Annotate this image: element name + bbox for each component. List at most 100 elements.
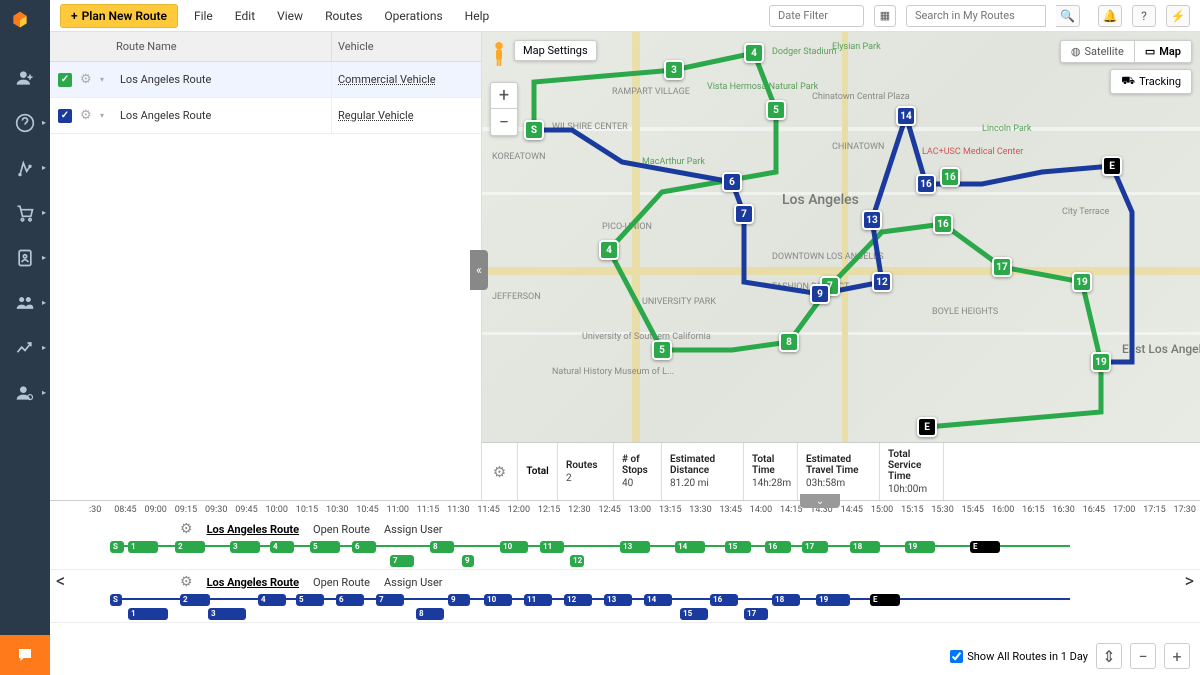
timeline-zoom-in-button[interactable]: + bbox=[1164, 643, 1190, 669]
zoom-in-button[interactable]: + bbox=[491, 83, 517, 109]
timeline-stop[interactable]: 11 bbox=[540, 541, 564, 553]
timeline-stop[interactable]: 16 bbox=[710, 594, 738, 606]
menu-view[interactable]: View bbox=[271, 9, 309, 23]
pegman-icon[interactable] bbox=[490, 40, 508, 68]
nav-help[interactable]: ▸ bbox=[0, 100, 50, 145]
timeline-stop[interactable]: 7 bbox=[376, 594, 404, 606]
map-marker[interactable]: 5 bbox=[652, 340, 672, 360]
timeline-stop[interactable]: 3 bbox=[208, 608, 246, 620]
timeline-stop[interactable]: 4 bbox=[270, 541, 294, 553]
map-marker[interactable]: 7 bbox=[734, 204, 754, 224]
nav-address-book[interactable]: ▸ bbox=[0, 235, 50, 280]
timeline-stop[interactable]: 12 bbox=[564, 594, 592, 606]
assign-user-link[interactable]: Assign User bbox=[384, 523, 443, 536]
map-marker[interactable]: 13 bbox=[862, 210, 882, 230]
chat-button[interactable] bbox=[0, 635, 50, 675]
satellite-button[interactable]: ◍Satellite bbox=[1061, 41, 1135, 62]
help-icon[interactable]: ? bbox=[1132, 5, 1156, 27]
collapse-panel-button[interactable]: « bbox=[470, 250, 488, 290]
timeline-stop[interactable]: S bbox=[110, 594, 122, 606]
route-checkbox[interactable]: ✓ bbox=[58, 109, 72, 123]
nav-analytics[interactable]: ▸ bbox=[0, 325, 50, 370]
timeline-prev-button[interactable]: < bbox=[56, 571, 65, 592]
timeline-stop[interactable]: 14 bbox=[644, 594, 672, 606]
date-filter-input[interactable] bbox=[769, 5, 864, 27]
nav-settings[interactable]: ▸ bbox=[0, 370, 50, 415]
show-all-routes-checkbox[interactable]: Show All Routes in 1 Day bbox=[950, 650, 1088, 663]
nav-orders[interactable]: ▸ bbox=[0, 190, 50, 235]
lane-gear-icon[interactable]: ⚙ bbox=[180, 574, 193, 590]
menu-edit[interactable]: Edit bbox=[229, 9, 261, 23]
timeline-stop[interactable]: 8 bbox=[430, 541, 454, 553]
timeline-stop[interactable]: 6 bbox=[336, 594, 364, 606]
nav-routes[interactable]: ▸ bbox=[0, 145, 50, 190]
plan-new-route-button[interactable]: +Plan New Route bbox=[60, 4, 178, 28]
map-marker[interactable]: 16 bbox=[940, 167, 960, 187]
timeline-zoom-out-button[interactable]: − bbox=[1130, 643, 1156, 669]
search-button[interactable]: 🔍 bbox=[1056, 5, 1080, 27]
gear-icon[interactable]: ⚙ bbox=[80, 72, 100, 87]
route-vehicle[interactable]: Regular Vehicle bbox=[331, 98, 481, 133]
timeline-stop[interactable]: 5 bbox=[310, 541, 340, 553]
map-marker[interactable]: 19 bbox=[1091, 352, 1111, 372]
map-marker[interactable]: S bbox=[524, 120, 544, 140]
timeline-stop[interactable]: 12 bbox=[570, 555, 584, 567]
calendar-icon[interactable]: ▦ bbox=[874, 5, 896, 27]
timeline-stop[interactable]: 1 bbox=[128, 541, 158, 553]
chevron-down-icon[interactable]: ▾ bbox=[100, 111, 114, 120]
summary-gear-icon[interactable]: ⚙ bbox=[482, 443, 518, 500]
map-button[interactable]: ▭Map bbox=[1135, 41, 1191, 62]
map-marker[interactable]: 4 bbox=[599, 240, 619, 260]
timeline-stop[interactable]: 17 bbox=[802, 541, 828, 553]
timeline-stop[interactable]: 5 bbox=[296, 594, 324, 606]
route-vehicle[interactable]: Commercial Vehicle bbox=[331, 62, 481, 97]
menu-operations[interactable]: Operations bbox=[378, 9, 448, 23]
map-marker[interactable]: 6 bbox=[722, 172, 742, 192]
search-input[interactable] bbox=[906, 5, 1046, 27]
menu-routes[interactable]: Routes bbox=[319, 9, 368, 23]
timeline-stop[interactable]: 7 bbox=[390, 555, 414, 567]
collapse-summary-button[interactable]: ⌄ bbox=[800, 494, 840, 508]
timeline-stop[interactable]: 19 bbox=[905, 541, 935, 553]
map-marker[interactable]: 16 bbox=[933, 214, 953, 234]
map-marker[interactable]: 12 bbox=[872, 272, 892, 292]
timeline-stop[interactable]: 2 bbox=[175, 541, 205, 553]
timeline-stop[interactable]: 14 bbox=[675, 541, 705, 553]
chevron-down-icon[interactable]: ▾ bbox=[100, 75, 114, 84]
bolt-icon[interactable]: ⚡ bbox=[1166, 5, 1190, 27]
timeline-stop[interactable]: S bbox=[110, 541, 124, 553]
gear-icon[interactable]: ⚙ bbox=[80, 108, 100, 123]
nav-add-user[interactable] bbox=[0, 55, 50, 100]
lane-gear-icon[interactable]: ⚙ bbox=[180, 521, 193, 537]
map-marker[interactable]: 8 bbox=[779, 332, 799, 352]
timeline-stop[interactable]: E bbox=[870, 594, 900, 606]
tracking-button[interactable]: ⛟Tracking bbox=[1110, 69, 1192, 94]
map-marker[interactable]: 3 bbox=[664, 60, 684, 80]
timeline-stop[interactable]: 1 bbox=[128, 608, 168, 620]
route-row[interactable]: ✓ ⚙ ▾ Los Angeles Route Regular Vehicle bbox=[50, 98, 481, 134]
notifications-icon[interactable]: 🔔 bbox=[1098, 5, 1122, 27]
map-marker[interactable]: 14 bbox=[896, 106, 916, 126]
show-all-checkbox[interactable] bbox=[950, 650, 963, 663]
timeline-stop[interactable]: 13 bbox=[620, 541, 650, 553]
nav-team[interactable]: ▸ bbox=[0, 280, 50, 325]
timeline-stop[interactable]: 13 bbox=[604, 594, 632, 606]
route-row[interactable]: ✓ ⚙ ▾ Los Angeles Route Commercial Vehic… bbox=[50, 62, 481, 98]
open-route-link[interactable]: Open Route bbox=[313, 576, 370, 589]
menu-file[interactable]: File bbox=[188, 9, 219, 23]
map-marker[interactable]: 9 bbox=[810, 284, 830, 304]
map-area[interactable]: KOREATOWN WILSHIRE CENTER RAMPART VILLAG… bbox=[482, 32, 1200, 442]
timeline-stop[interactable]: 3 bbox=[230, 541, 260, 553]
timeline-stop[interactable]: 10 bbox=[500, 541, 528, 553]
zoom-out-button[interactable]: − bbox=[491, 109, 517, 135]
timeline-stop[interactable]: 6 bbox=[352, 541, 376, 553]
lane-route-name[interactable]: Los Angeles Route bbox=[207, 576, 299, 589]
map-marker[interactable]: E bbox=[917, 417, 937, 437]
map-marker[interactable]: 4 bbox=[744, 43, 764, 63]
expand-vertical-button[interactable]: ⇕ bbox=[1096, 643, 1122, 669]
timeline-stop[interactable]: 15 bbox=[725, 541, 751, 553]
route-checkbox[interactable]: ✓ bbox=[58, 73, 72, 87]
timeline-stop[interactable]: 17 bbox=[744, 608, 768, 620]
open-route-link[interactable]: Open Route bbox=[313, 523, 370, 536]
timeline-stop[interactable]: 9 bbox=[462, 555, 474, 567]
